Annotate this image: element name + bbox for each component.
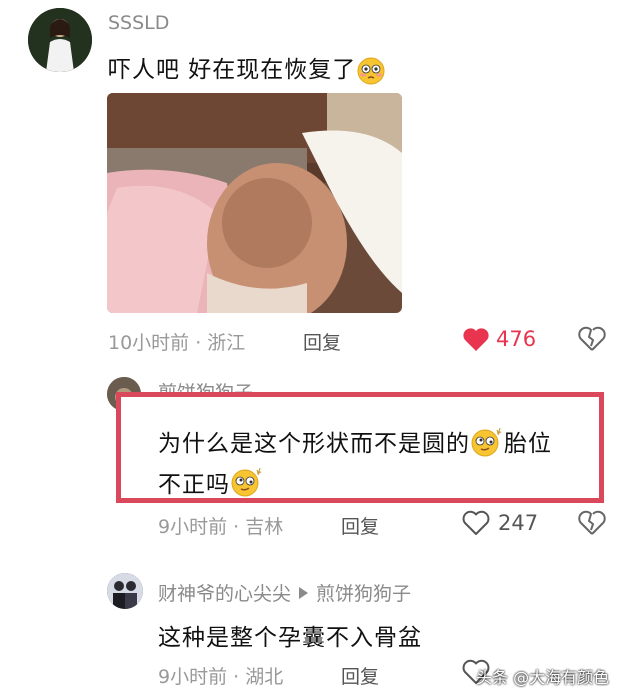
reply-arrow-icon — [299, 586, 309, 599]
comment-username[interactable]: SSSLD — [108, 12, 169, 34]
comment-text-content: 为什么是这个形状而不是圆的 — [158, 431, 470, 457]
reply-to-username[interactable]: 煎饼狗狗子 — [316, 579, 411, 606]
comment-image[interactable] — [107, 93, 402, 313]
like-button[interactable]: 247 — [462, 510, 538, 536]
comment-text-line: 不正吗 — [158, 465, 552, 506]
avatar[interactable] — [28, 8, 92, 72]
comment-text-content: 不正吗 — [158, 471, 230, 498]
avatar[interactable] — [107, 573, 143, 609]
comment-time-location: 9小时前 · 吉林 — [158, 516, 284, 538]
flushed-face-icon — [356, 56, 386, 86]
dizzy-face-icon — [470, 425, 504, 465]
comment-text-content: 吓人吧 好在现在恢复了 — [108, 57, 357, 83]
heart-outline-icon — [462, 510, 490, 536]
comment-text: 这种是整个孕囊不入骨盆 — [158, 625, 422, 651]
comment-username[interactable]: 财神爷的心尖尖 — [158, 579, 291, 606]
comment-text: 为什么是这个形状而不是圆的 胎位 不正吗 — [158, 424, 552, 505]
comment-text: 吓人吧 好在现在恢复了 — [108, 50, 386, 86]
comment-time-location: 10小时前 · 浙江 — [108, 332, 246, 354]
dizzy-face-icon — [230, 465, 264, 505]
comment-text-content: 胎位 — [504, 431, 552, 457]
broken-heart-icon — [578, 510, 606, 540]
heart-filled-icon — [462, 326, 490, 352]
comment-time-location: 9小时前 · 湖北 — [158, 666, 284, 688]
comment-text-line: 为什么是这个形状而不是圆的 胎位 — [158, 424, 552, 465]
broken-heart-icon — [578, 326, 606, 356]
reply-button[interactable]: 回复 — [303, 328, 341, 355]
like-count: 476 — [496, 327, 537, 351]
dislike-button[interactable] — [578, 510, 606, 540]
reply-button[interactable]: 回复 — [341, 512, 379, 539]
reply-button[interactable]: 回复 — [341, 662, 379, 689]
dislike-button[interactable] — [578, 326, 606, 356]
like-count: 247 — [498, 511, 539, 535]
reply-header: 财神爷的心尖尖 煎饼狗狗子 — [158, 579, 411, 606]
like-button[interactable]: 476 — [462, 326, 536, 352]
watermark: 头条 @大海有颜色 — [476, 668, 610, 687]
